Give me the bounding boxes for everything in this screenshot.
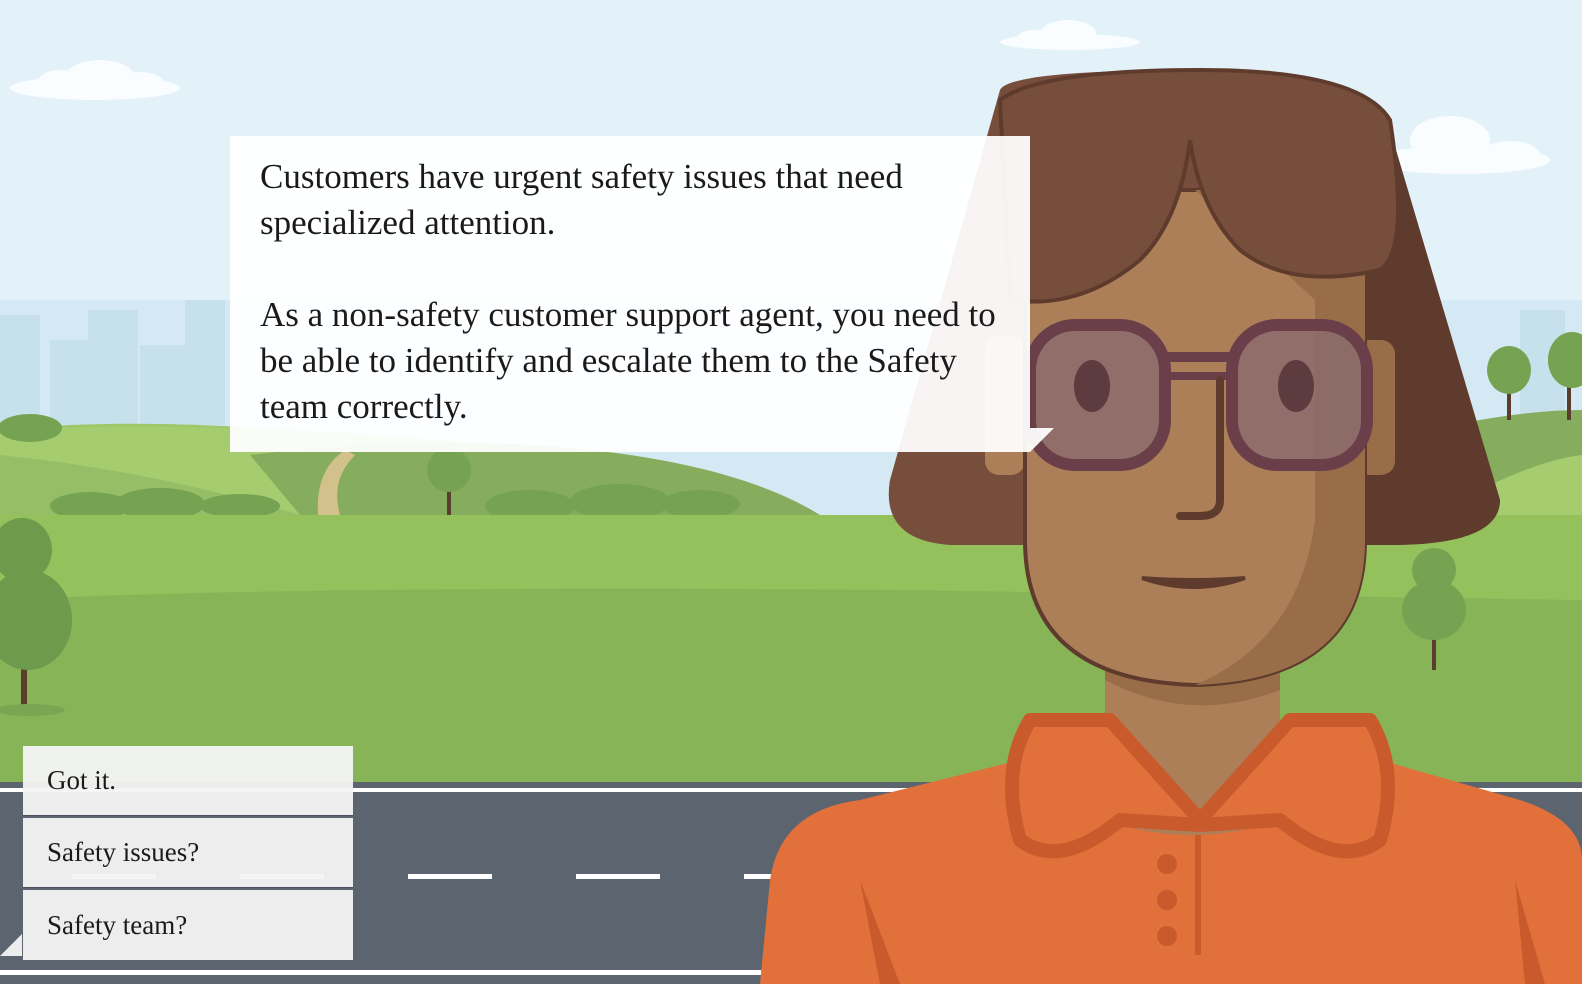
speech-bubble-tail	[1030, 428, 1054, 452]
response-choices: Got it. Safety issues? Safety team?	[23, 746, 353, 962]
choice-safety-issues-button[interactable]: Safety issues?	[23, 818, 353, 888]
choice-safety-team-button[interactable]: Safety team?	[23, 890, 353, 960]
dialog-paragraph: Customers have urgent safety issues that…	[260, 157, 903, 242]
dialog-speech-bubble: Customers have urgent safety issues that…	[230, 136, 1030, 452]
choices-bubble-tail	[0, 934, 22, 956]
choice-got-it-button[interactable]: Got it.	[23, 746, 353, 816]
dialog-paragraph: As a non-safety customer support agent, …	[260, 295, 996, 426]
